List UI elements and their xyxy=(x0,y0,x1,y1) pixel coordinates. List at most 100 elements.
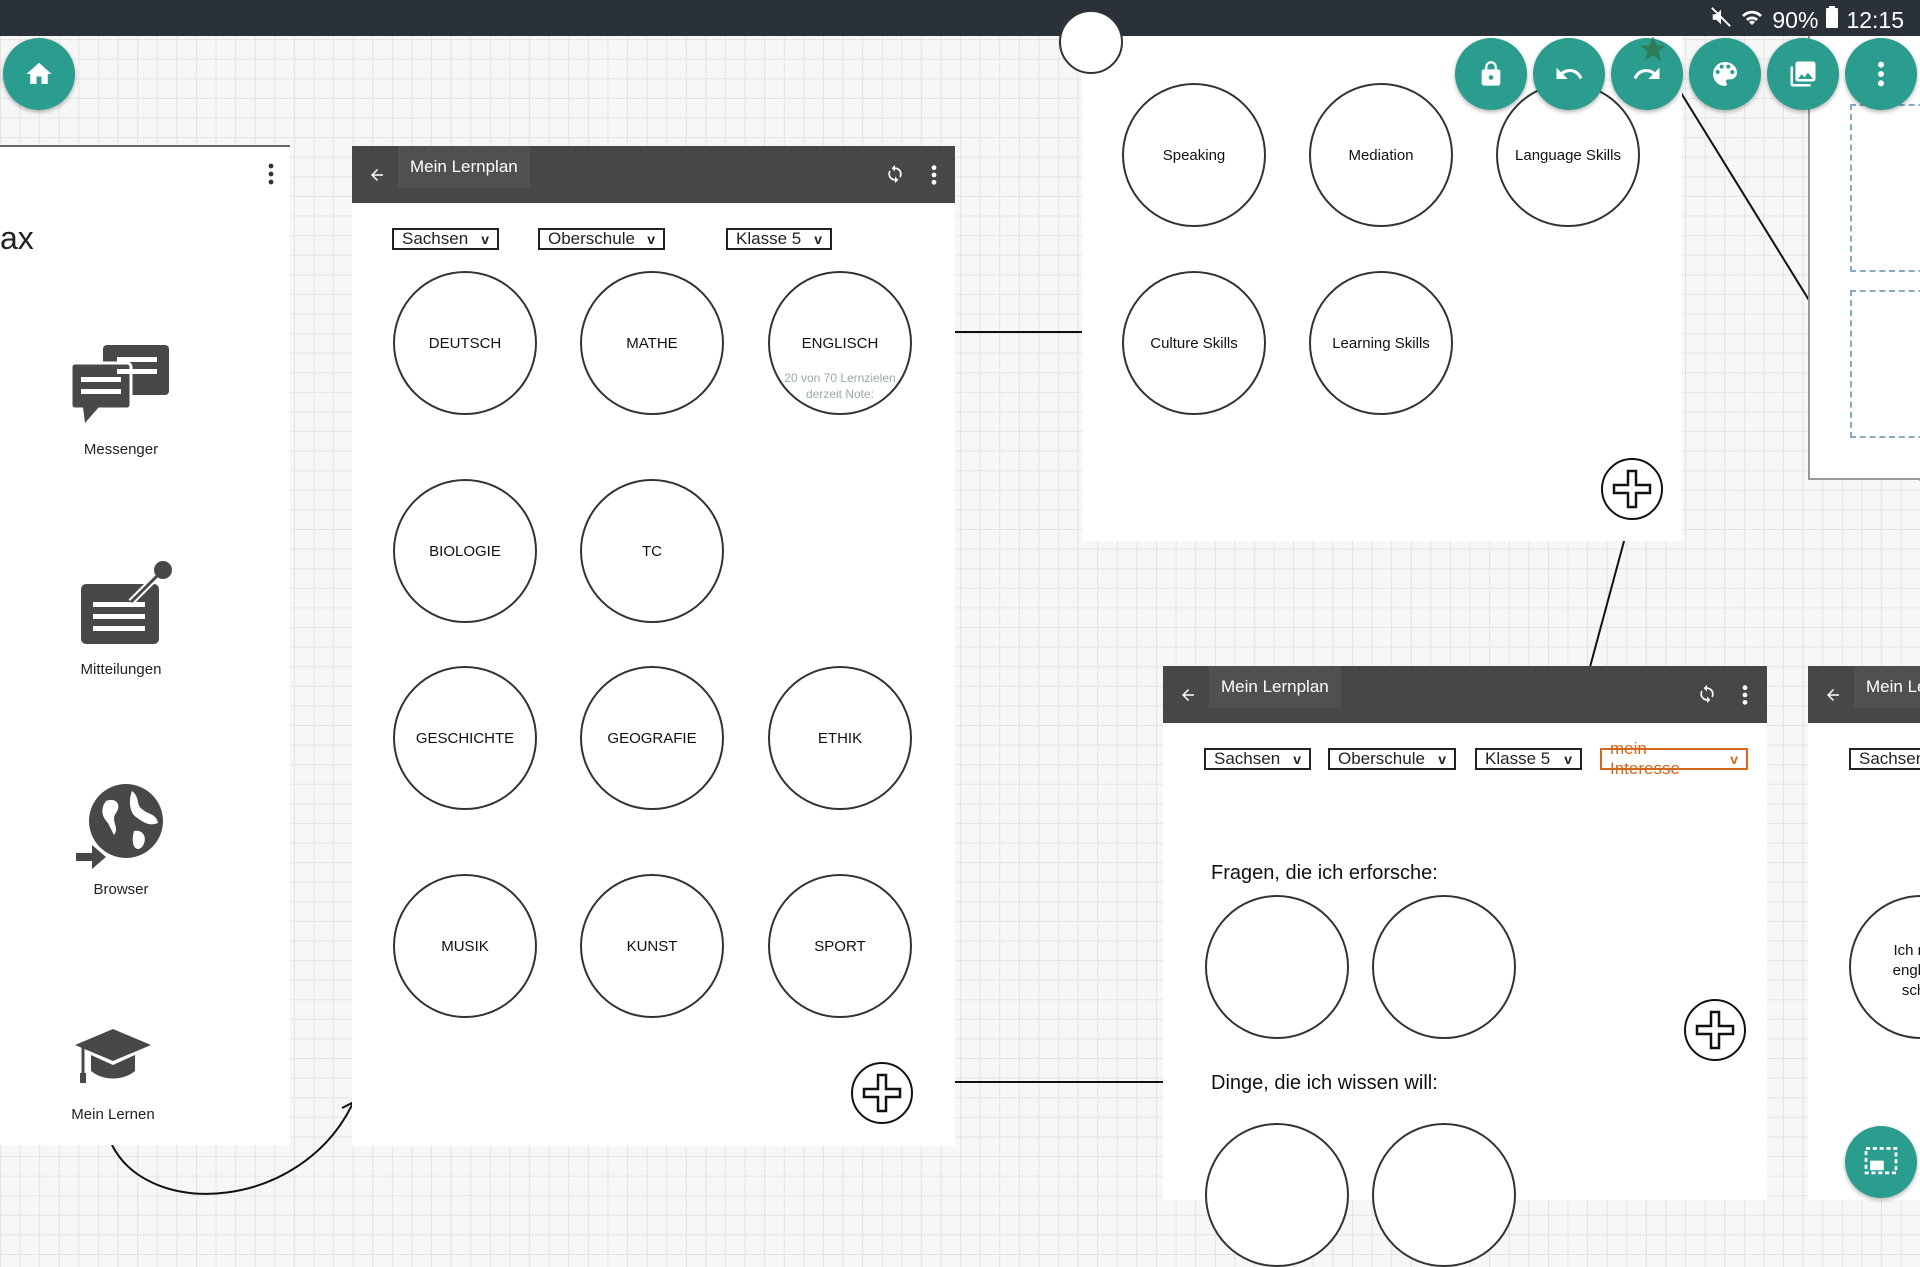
messenger-item[interactable]: Messenger xyxy=(40,345,202,458)
want-node[interactable] xyxy=(1205,1123,1349,1267)
subject-mathe[interactable]: MATHE xyxy=(580,271,724,415)
skill-learning-skills[interactable]: Learning Skills xyxy=(1309,271,1453,415)
window-menu-icon[interactable] xyxy=(930,164,938,191)
sidebar-title: ax xyxy=(0,220,34,256)
refresh-icon[interactable] xyxy=(885,164,905,189)
school-select-value: Oberschule xyxy=(548,229,635,248)
messenger-icon xyxy=(40,345,202,429)
skill-culture-skills[interactable]: Culture Skills xyxy=(1122,271,1266,415)
plus-icon xyxy=(862,1073,902,1113)
subject-label: MATHE xyxy=(626,334,678,352)
color-palette-button[interactable] xyxy=(1689,38,1761,110)
subject-englisch[interactable]: ENGLISCH 20 von 70 Lernzielen derzeit Not… xyxy=(768,271,912,415)
wants-heading: Dinge, die ich wissen will: xyxy=(1211,1072,1438,1094)
lernplan-window-3-toolbar: Mein Ler xyxy=(1808,666,1920,723)
sidebar-panel: ax Messenger Mitteilungen Browser Mein L… xyxy=(0,145,290,1145)
school-select-value: Oberschule xyxy=(1338,749,1425,768)
skill-label: Learning Skills xyxy=(1332,334,1430,352)
mitteilungen-item[interactable]: Mitteilungen xyxy=(40,560,202,678)
subject-label: SPORT xyxy=(814,937,866,955)
partial-node[interactable] xyxy=(1059,10,1123,74)
skill-label: Speaking xyxy=(1162,146,1226,164)
subject-deutsch[interactable]: DEUTSCH xyxy=(393,271,537,415)
add-question-button[interactable] xyxy=(1684,999,1746,1061)
question-node[interactable] xyxy=(1372,895,1516,1039)
state-select-value: Sachsen xyxy=(1214,749,1281,768)
star-icon xyxy=(1638,34,1668,69)
back-arrow-icon[interactable] xyxy=(1179,686,1197,709)
question-node[interactable] xyxy=(1205,895,1349,1039)
dashed-region xyxy=(1850,290,1920,438)
lock-icon xyxy=(1481,61,1501,86)
grade-select[interactable]: Klasse 5v xyxy=(726,228,832,250)
window-title: Mein Ler xyxy=(1854,666,1920,708)
want-node[interactable] xyxy=(1372,1123,1516,1267)
interest-select-value: mein Interesse xyxy=(1610,739,1680,778)
globe-icon xyxy=(40,783,202,871)
subject-musik[interactable]: MUSIK xyxy=(393,874,537,1018)
more-options-button[interactable] xyxy=(1845,38,1917,110)
home-button[interactable] xyxy=(3,38,75,110)
window-title: Mein Lernplan xyxy=(398,146,530,188)
school-select[interactable]: Oberschule v xyxy=(1328,748,1456,770)
subject-label: GESCHICHTE xyxy=(415,729,515,747)
skill-label: Culture Skills xyxy=(1150,334,1238,352)
skill-label: Language Skills xyxy=(1515,146,1621,164)
state-select-value: Sachsen xyxy=(1859,749,1920,768)
state-select[interactable]: Sachsen xyxy=(1849,748,1920,770)
back-arrow-icon[interactable] xyxy=(368,166,386,189)
graduation-cap-icon xyxy=(32,1025,194,1091)
school-select[interactable]: Oberschule v xyxy=(538,228,665,250)
home-icon xyxy=(26,62,52,84)
mitteilungen-label: Mitteilungen xyxy=(80,661,162,678)
image-icon xyxy=(1790,61,1816,87)
subject-biologie[interactable]: BIOLOGIE xyxy=(393,479,537,623)
dashed-region xyxy=(1850,104,1920,272)
browser-label: Browser xyxy=(93,881,149,898)
add-node-button[interactable] xyxy=(851,1062,913,1124)
state-select[interactable]: Sachsen v xyxy=(392,228,499,250)
add-skill-button[interactable] xyxy=(1601,458,1663,520)
subject-label: ENGLISCH xyxy=(801,334,879,352)
subject-label: TC xyxy=(642,542,662,560)
subject-sport[interactable]: SPORT xyxy=(768,874,912,1018)
subject-geografie[interactable]: GEOGRAFIE xyxy=(580,666,724,810)
sidebar-menu-icon[interactable] xyxy=(262,162,280,191)
mein-lernen-item[interactable]: Mein Lernen xyxy=(32,1025,194,1123)
plus-icon xyxy=(1612,469,1652,509)
lock-button[interactable] xyxy=(1455,38,1527,110)
grade-select[interactable]: Klasse 5v xyxy=(1475,748,1582,770)
questions-heading: Fragen, die ich erforsche: xyxy=(1211,862,1438,884)
wish-text-line: englisc xyxy=(1892,962,1920,979)
lernplan-window-2-toolbar: Mein Lernplan xyxy=(1163,666,1767,723)
subject-label: GEOGRAFIE xyxy=(607,729,697,747)
window-menu-icon[interactable] xyxy=(1741,684,1749,711)
undo-button[interactable] xyxy=(1533,38,1605,110)
screen-select-icon xyxy=(1864,1147,1898,1175)
screen-select-button[interactable] xyxy=(1845,1126,1917,1198)
subject-label: KUNST xyxy=(626,937,678,955)
skill-mediation[interactable]: Mediation xyxy=(1309,83,1453,227)
messenger-label: Messenger xyxy=(83,441,159,458)
browser-item[interactable]: Browser xyxy=(40,783,202,898)
subject-geschichte[interactable]: GESCHICHTE xyxy=(393,666,537,810)
grade-select-value: Klasse 5 xyxy=(1485,749,1551,768)
subject-label: MUSIK xyxy=(441,937,489,955)
skill-speaking[interactable]: Speaking xyxy=(1122,83,1266,227)
subject-tc[interactable]: TC xyxy=(580,479,724,623)
state-select-value: Sachsen xyxy=(402,229,469,248)
image-gallery-button[interactable] xyxy=(1767,38,1839,110)
subject-label: DEUTSCH xyxy=(428,334,502,352)
plus-icon xyxy=(1695,1010,1735,1050)
back-arrow-icon[interactable] xyxy=(1824,686,1842,709)
announcement-icon xyxy=(40,560,202,650)
subject-kunst[interactable]: KUNST xyxy=(580,874,724,1018)
grade-select-value: Klasse 5 xyxy=(736,229,802,248)
subject-ethik[interactable]: ETHIK xyxy=(768,666,912,810)
interest-select[interactable]: mein Interesse v xyxy=(1600,739,1748,778)
subject-label: ETHIK xyxy=(817,729,863,747)
englisch-grade: derzeit Note: xyxy=(805,387,875,401)
state-select[interactable]: Sachsen v xyxy=(1204,748,1311,770)
wish-text-line: schr xyxy=(1901,982,1920,999)
refresh-icon[interactable] xyxy=(1697,684,1717,709)
